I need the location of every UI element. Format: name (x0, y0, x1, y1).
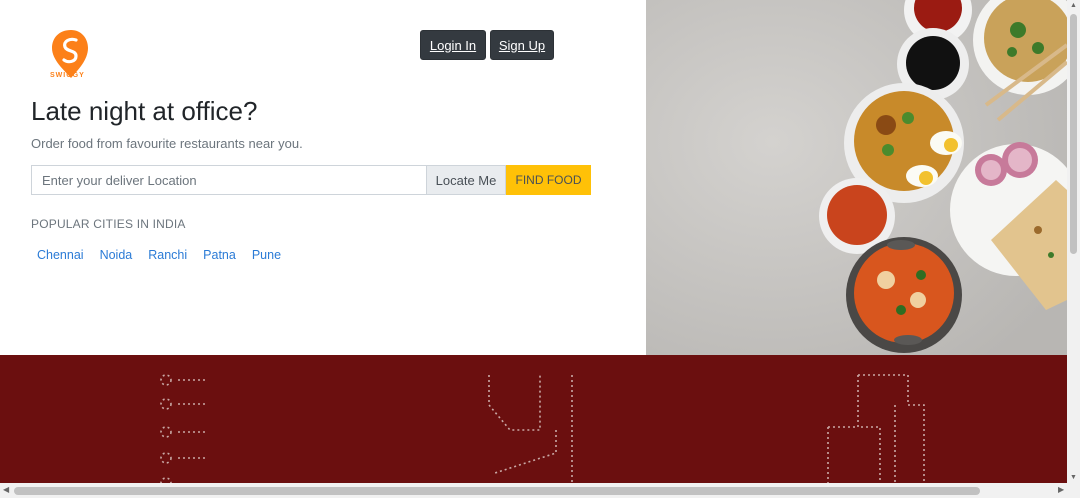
city-link-patna[interactable]: Patna (203, 248, 236, 262)
vertical-scrollbar[interactable]: ▲ ▼ (1067, 0, 1080, 483)
locate-me-button[interactable]: Locate Me (426, 165, 506, 195)
signup-button[interactable]: Sign Up (490, 30, 554, 60)
city-link-pune[interactable]: Pune (252, 248, 281, 262)
city-link-chennai[interactable]: Chennai (37, 248, 84, 262)
popular-cities-heading: POPULAR CITIES IN INDIA (31, 217, 186, 231)
scroll-left-arrow-icon[interactable]: ◀ (3, 485, 9, 494)
hero-section: SWIGGY Login In Sign Up Late night at of… (0, 0, 646, 355)
hero-subtitle: Order food from favourite restaurants ne… (31, 136, 303, 151)
food-bowls-image (646, 0, 1067, 355)
location-search-bar: Locate Me FIND FOOD (31, 165, 591, 195)
dotted-line-art (160, 374, 925, 483)
scroll-right-arrow-icon[interactable]: ▶ (1058, 485, 1064, 494)
page: SWIGGY Login In Sign Up Late night at of… (0, 0, 1080, 498)
horizontal-scrollbar[interactable]: ◀ ▶ (0, 483, 1080, 498)
scroll-down-arrow-icon[interactable]: ▼ (1070, 474, 1077, 481)
brand-wordmark: SWIGGY (50, 72, 85, 79)
city-link-noida[interactable]: Noida (100, 248, 133, 262)
find-food-button[interactable]: FIND FOOD (506, 165, 591, 195)
vertical-scroll-thumb[interactable] (1070, 14, 1077, 254)
horizontal-scroll-thumb[interactable] (14, 487, 980, 495)
city-link-ranchi[interactable]: Ranchi (148, 248, 187, 262)
login-button[interactable]: Login In (420, 30, 486, 60)
footer-band (0, 355, 1067, 483)
hero-title: Late night at office? (31, 96, 258, 126)
scroll-up-arrow-icon[interactable]: ▲ (1070, 2, 1077, 9)
popular-cities-list: Chennai Noida Ranchi Patna Pune (37, 248, 281, 262)
location-input[interactable] (31, 165, 426, 195)
